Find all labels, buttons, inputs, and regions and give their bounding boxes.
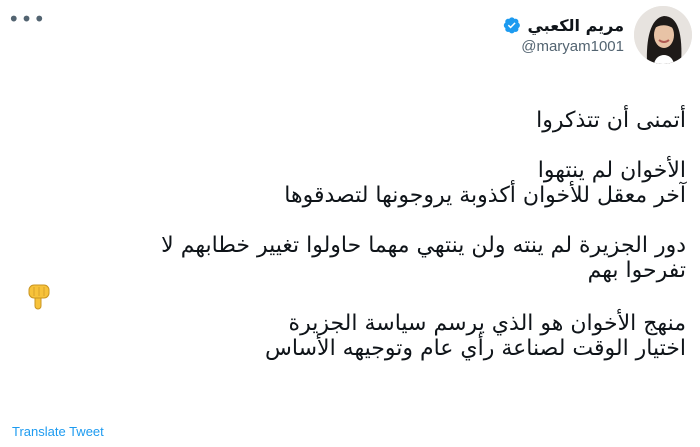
more-horizontal-icon: ••• <box>7 7 47 31</box>
tweet-line: أتمنى أن تتذكروا <box>536 108 686 133</box>
tweet-line: منهج الأخوان هو الذي يرسم سياسة الجزيرة <box>288 311 686 336</box>
tweet-paragraph-4: منهج الأخوان هو الذي يرسم سياسة الجزيرة … <box>26 311 686 361</box>
author-names: مريم الكعبي @maryam1001 <box>503 16 624 55</box>
more-options-button[interactable]: ••• <box>7 7 47 31</box>
tweet-line: الأخوان لم ينتهوا <box>537 158 686 183</box>
tweet-paragraph-2: الأخوان لم ينتهوا آخر معقل للأخوان أكذوب… <box>26 158 686 208</box>
tweet-text: أتمنى أن تتذكروا الأخوان لم ينتهوا آخر م… <box>26 108 686 361</box>
author-display-name[interactable]: مريم الكعبي <box>527 16 624 35</box>
tweet-paragraph-1: أتمنى أن تتذكروا <box>26 108 686 133</box>
tweet-line: دور الجزيرة لم ينته ولن ينتهي مهما حاولو… <box>161 233 686 258</box>
tweet-line: آخر معقل للأخوان أكذوبة يروجونها لتصدقوه… <box>284 183 686 208</box>
backhand-index-pointing-down-icon <box>28 284 50 310</box>
tweet-paragraph-3: دور الجزيرة لم ينته ولن ينتهي مهما حاولو… <box>26 233 686 311</box>
author-handle[interactable]: @maryam1001 <box>503 38 624 55</box>
avatar[interactable] <box>634 6 692 64</box>
tweet-line: اختيار الوقت لصناعة رأي عام وتوجيهه الأس… <box>265 336 686 361</box>
tweet-author: مريم الكعبي @maryam1001 <box>503 6 692 64</box>
verified-badge-icon <box>504 17 521 34</box>
avatar-portrait <box>634 6 692 64</box>
translate-tweet-link[interactable]: Translate Tweet <box>12 424 104 439</box>
tweet-line: تفرحوا بهم <box>587 258 686 283</box>
